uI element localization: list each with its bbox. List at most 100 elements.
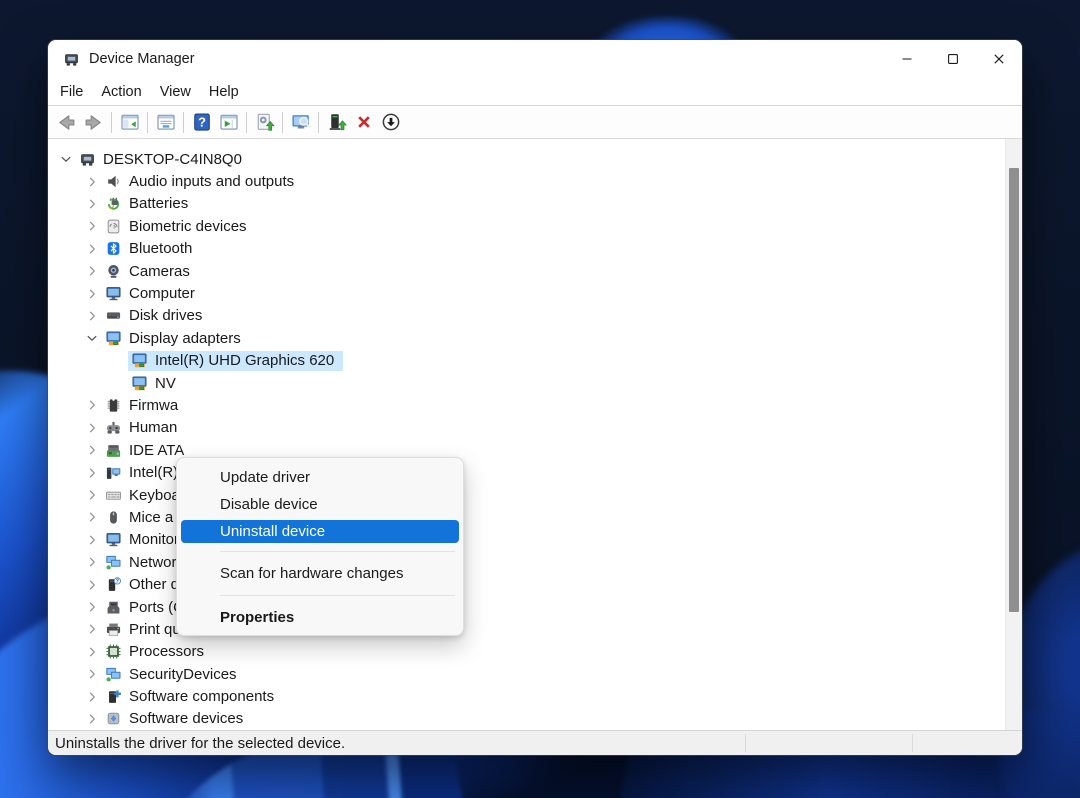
update-driver-button[interactable] <box>251 109 278 136</box>
tree-item-label: Audio inputs and outputs <box>129 173 294 190</box>
chevron-right-icon[interactable] <box>84 218 100 234</box>
context-menu-item-scan-for-hardware-changes[interactable]: Scan for hardware changes <box>181 560 459 587</box>
chevron-right-icon[interactable] <box>84 509 100 525</box>
tree-item-cameras[interactable]: Cameras <box>48 260 1005 282</box>
chevron-right-icon[interactable] <box>84 554 100 570</box>
tree-item-label: Disk drives <box>129 307 202 324</box>
printer-icon <box>104 620 122 638</box>
menu-file[interactable]: File <box>51 81 92 103</box>
port-icon <box>104 598 122 616</box>
chevron-right-icon[interactable] <box>84 711 100 727</box>
menubar: FileActionViewHelp <box>48 78 1022 106</box>
maximize-button[interactable] <box>930 40 976 78</box>
menu-view[interactable]: View <box>151 81 200 103</box>
chevron-right-icon[interactable] <box>84 397 100 413</box>
chevron-spacer <box>110 353 126 369</box>
back-button[interactable] <box>53 109 80 136</box>
chevron-right-icon[interactable] <box>84 263 100 279</box>
chevron-right-icon[interactable] <box>84 666 100 682</box>
keyboard-icon <box>104 486 122 504</box>
disk-icon <box>104 307 122 325</box>
chevron-right-icon[interactable] <box>84 465 100 481</box>
tree-item-body: Intel(R) <box>102 463 187 483</box>
action-pane-button[interactable] <box>215 109 242 136</box>
tree-item-disk-drives[interactable]: Disk drives <box>48 305 1005 327</box>
context-menu-item-update-driver[interactable]: Update driver <box>181 464 459 491</box>
tree-item-label: Biometric devices <box>129 218 247 235</box>
statusbar-divider <box>745 734 746 752</box>
forward-button[interactable] <box>80 109 107 136</box>
window-title: Device Manager <box>89 51 195 67</box>
context-menu-item-properties[interactable]: Properties <box>181 604 459 631</box>
scrollbar-thumb[interactable] <box>1009 168 1019 612</box>
chevron-right-icon[interactable] <box>84 420 100 436</box>
chevron-right-icon[interactable] <box>84 241 100 257</box>
tree-item-label: Display adapters <box>129 330 241 347</box>
chevron-down-icon[interactable] <box>84 330 100 346</box>
disable-device-button[interactable] <box>377 109 404 136</box>
tree-item-audio-inputs-and-outputs[interactable]: Audio inputs and outputs <box>48 170 1005 192</box>
chevron-right-icon[interactable] <box>84 599 100 615</box>
tree-item-software-components[interactable]: Software components <box>48 685 1005 707</box>
tree-item-firmwa[interactable]: Firmwa <box>48 394 1005 416</box>
tree-item-securitydevices[interactable]: SecurityDevices <box>48 663 1005 685</box>
tree-item-label: Software devices <box>129 710 243 727</box>
context-menu-item-disable-device[interactable]: Disable device <box>181 491 459 518</box>
display-adapter-icon <box>130 352 148 370</box>
statusbar: Uninstalls the driver for the selected d… <box>48 730 1022 755</box>
speaker-icon <box>104 173 122 191</box>
chevron-right-icon[interactable] <box>84 308 100 324</box>
chevron-right-icon[interactable] <box>84 621 100 637</box>
tree-item-label: NV <box>155 375 176 392</box>
tree-item-body: Biometric devices <box>102 216 256 236</box>
chevron-right-icon[interactable] <box>84 286 100 302</box>
titlebar[interactable]: Device Manager <box>48 40 1022 78</box>
tree-item-label: Software components <box>129 688 274 705</box>
chevron-right-icon[interactable] <box>84 442 100 458</box>
tree-item-bluetooth[interactable]: Bluetooth <box>48 238 1005 260</box>
update-driver-icon <box>251 109 278 136</box>
menu-help[interactable]: Help <box>200 81 248 103</box>
chevron-right-icon[interactable] <box>84 689 100 705</box>
properties-icon <box>152 109 179 136</box>
tree-item-intel-r-uhd-graphics-620[interactable]: Intel(R) UHD Graphics 620 <box>48 350 1005 372</box>
chevron-right-icon[interactable] <box>84 532 100 548</box>
device-manager-icon <box>78 150 96 168</box>
tree-item-label: Keyboa <box>129 487 180 504</box>
properties-button[interactable] <box>152 109 179 136</box>
tree-selection-highlight: Intel(R) UHD Graphics 620 <box>128 351 343 371</box>
chevron-right-icon[interactable] <box>84 174 100 190</box>
tree-item-batteries[interactable]: Batteries <box>48 193 1005 215</box>
chevron-right-icon[interactable] <box>84 196 100 212</box>
help-button[interactable]: ? <box>188 109 215 136</box>
context-menu-item-uninstall-device[interactable]: Uninstall device <box>181 520 459 543</box>
show-console-tree-button[interactable] <box>116 109 143 136</box>
tree-item-biometric-devices[interactable]: Biometric devices <box>48 215 1005 237</box>
context-menu-separator <box>220 551 455 552</box>
tree-item-display-adapters[interactable]: Display adapters <box>48 327 1005 349</box>
tree-item-nv[interactable]: NV <box>48 372 1005 394</box>
tree-item-label: IDE ATA <box>129 442 184 459</box>
chevron-right-icon[interactable] <box>84 644 100 660</box>
menu-action[interactable]: Action <box>92 81 150 103</box>
chevron-right-icon[interactable] <box>84 577 100 593</box>
chevron-right-icon[interactable] <box>84 487 100 503</box>
close-button[interactable] <box>976 40 1022 78</box>
scan-hardware-changes-button[interactable] <box>287 109 314 136</box>
tree-item-label: Cameras <box>129 263 190 280</box>
tree-item-body: Firmwa <box>102 395 187 415</box>
tree-item-processors[interactable]: Processors <box>48 641 1005 663</box>
help-icon: ? <box>188 109 215 136</box>
tree-item-body: Cameras <box>102 261 199 281</box>
tree-item-computer[interactable]: Computer <box>48 282 1005 304</box>
uninstall-device-button[interactable] <box>350 109 377 136</box>
tree-item-body: SecurityDevices <box>102 664 246 684</box>
tree-item-human[interactable]: Human <box>48 417 1005 439</box>
chevron-down-icon[interactable] <box>58 151 74 167</box>
minimize-button[interactable] <box>884 40 930 78</box>
add-drivers-button[interactable] <box>323 109 350 136</box>
ide-icon <box>104 441 122 459</box>
vertical-scrollbar[interactable] <box>1005 139 1022 730</box>
tree-item-software-devices[interactable]: Software devices <box>48 708 1005 730</box>
tree-item-desktop-c4in8q0[interactable]: DESKTOP-C4IN8Q0 <box>48 148 1005 170</box>
